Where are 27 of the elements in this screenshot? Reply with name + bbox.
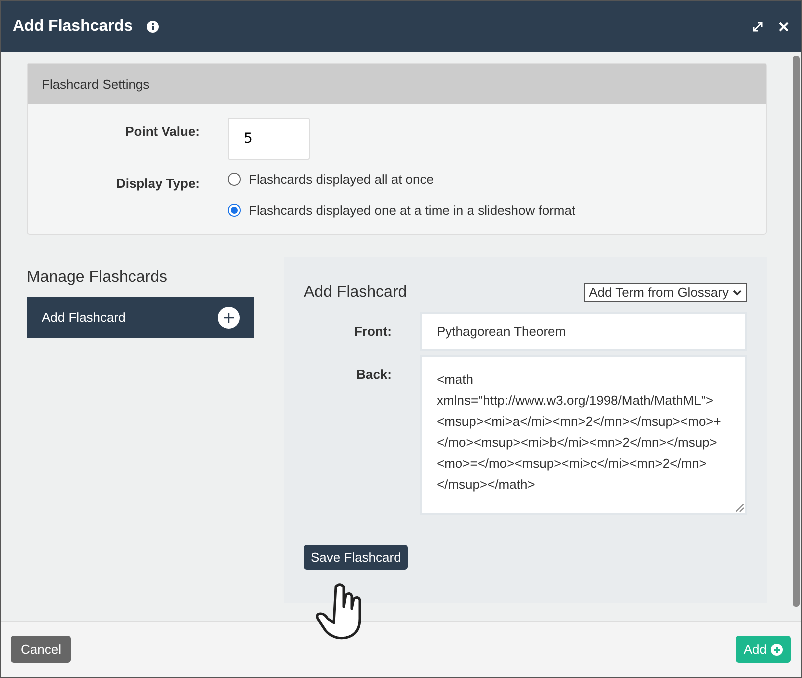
section-title: Add Flashcard <box>304 284 408 302</box>
section-title: Manage Flashcards <box>27 269 169 287</box>
plus-icon[interactable] <box>218 306 240 328</box>
resize-grip-icon[interactable] <box>736 504 744 512</box>
field-label: Back: <box>356 366 392 384</box>
radio-option[interactable]: Flashcards displayed all at once <box>228 172 766 187</box>
field-label: Display Type: <box>115 175 200 191</box>
card-header: Flashcard Settings <box>28 64 766 104</box>
chevron-down-icon <box>733 290 742 296</box>
text-area[interactable]: <math xmlns="http://www.w3.org/1998/Math/MathML"><msup><mi>a</mi><mn>2</mn></msup><mo>+</mo><msup><mi>b</mi><mn>2</mn></msup><mo>=</mo><msup><mi>c</mi><mn>2</mn></msup></math> <box>420 355 747 515</box>
save-button[interactable]: Save Flashcard <box>304 545 408 570</box>
radio-option[interactable]: Flashcards displayed one at a time in a slideshow format <box>228 203 766 218</box>
field-label: Front: <box>353 323 392 341</box>
expand-button[interactable] <box>751 20 765 34</box>
glossary-dropdown[interactable]: Add Term from Glossary <box>584 283 747 302</box>
input-field[interactable]: 5 <box>228 118 310 160</box>
radio-button[interactable] <box>228 173 241 186</box>
scrollbar[interactable] <box>793 56 800 607</box>
cancel-button[interactable]: Cancel <box>11 636 72 663</box>
info-icon[interactable] <box>147 20 160 32</box>
input-field[interactable]: Pythagorean Theorem <box>420 312 747 351</box>
flashcard-item[interactable]: Add Flashcard <box>27 297 254 338</box>
window-title: Add Flashcards <box>13 18 134 36</box>
plus-circle-icon <box>771 644 783 656</box>
close-button[interactable] <box>779 22 789 32</box>
radio-button[interactable] <box>228 204 241 217</box>
field-label: Point Value: <box>124 123 200 139</box>
